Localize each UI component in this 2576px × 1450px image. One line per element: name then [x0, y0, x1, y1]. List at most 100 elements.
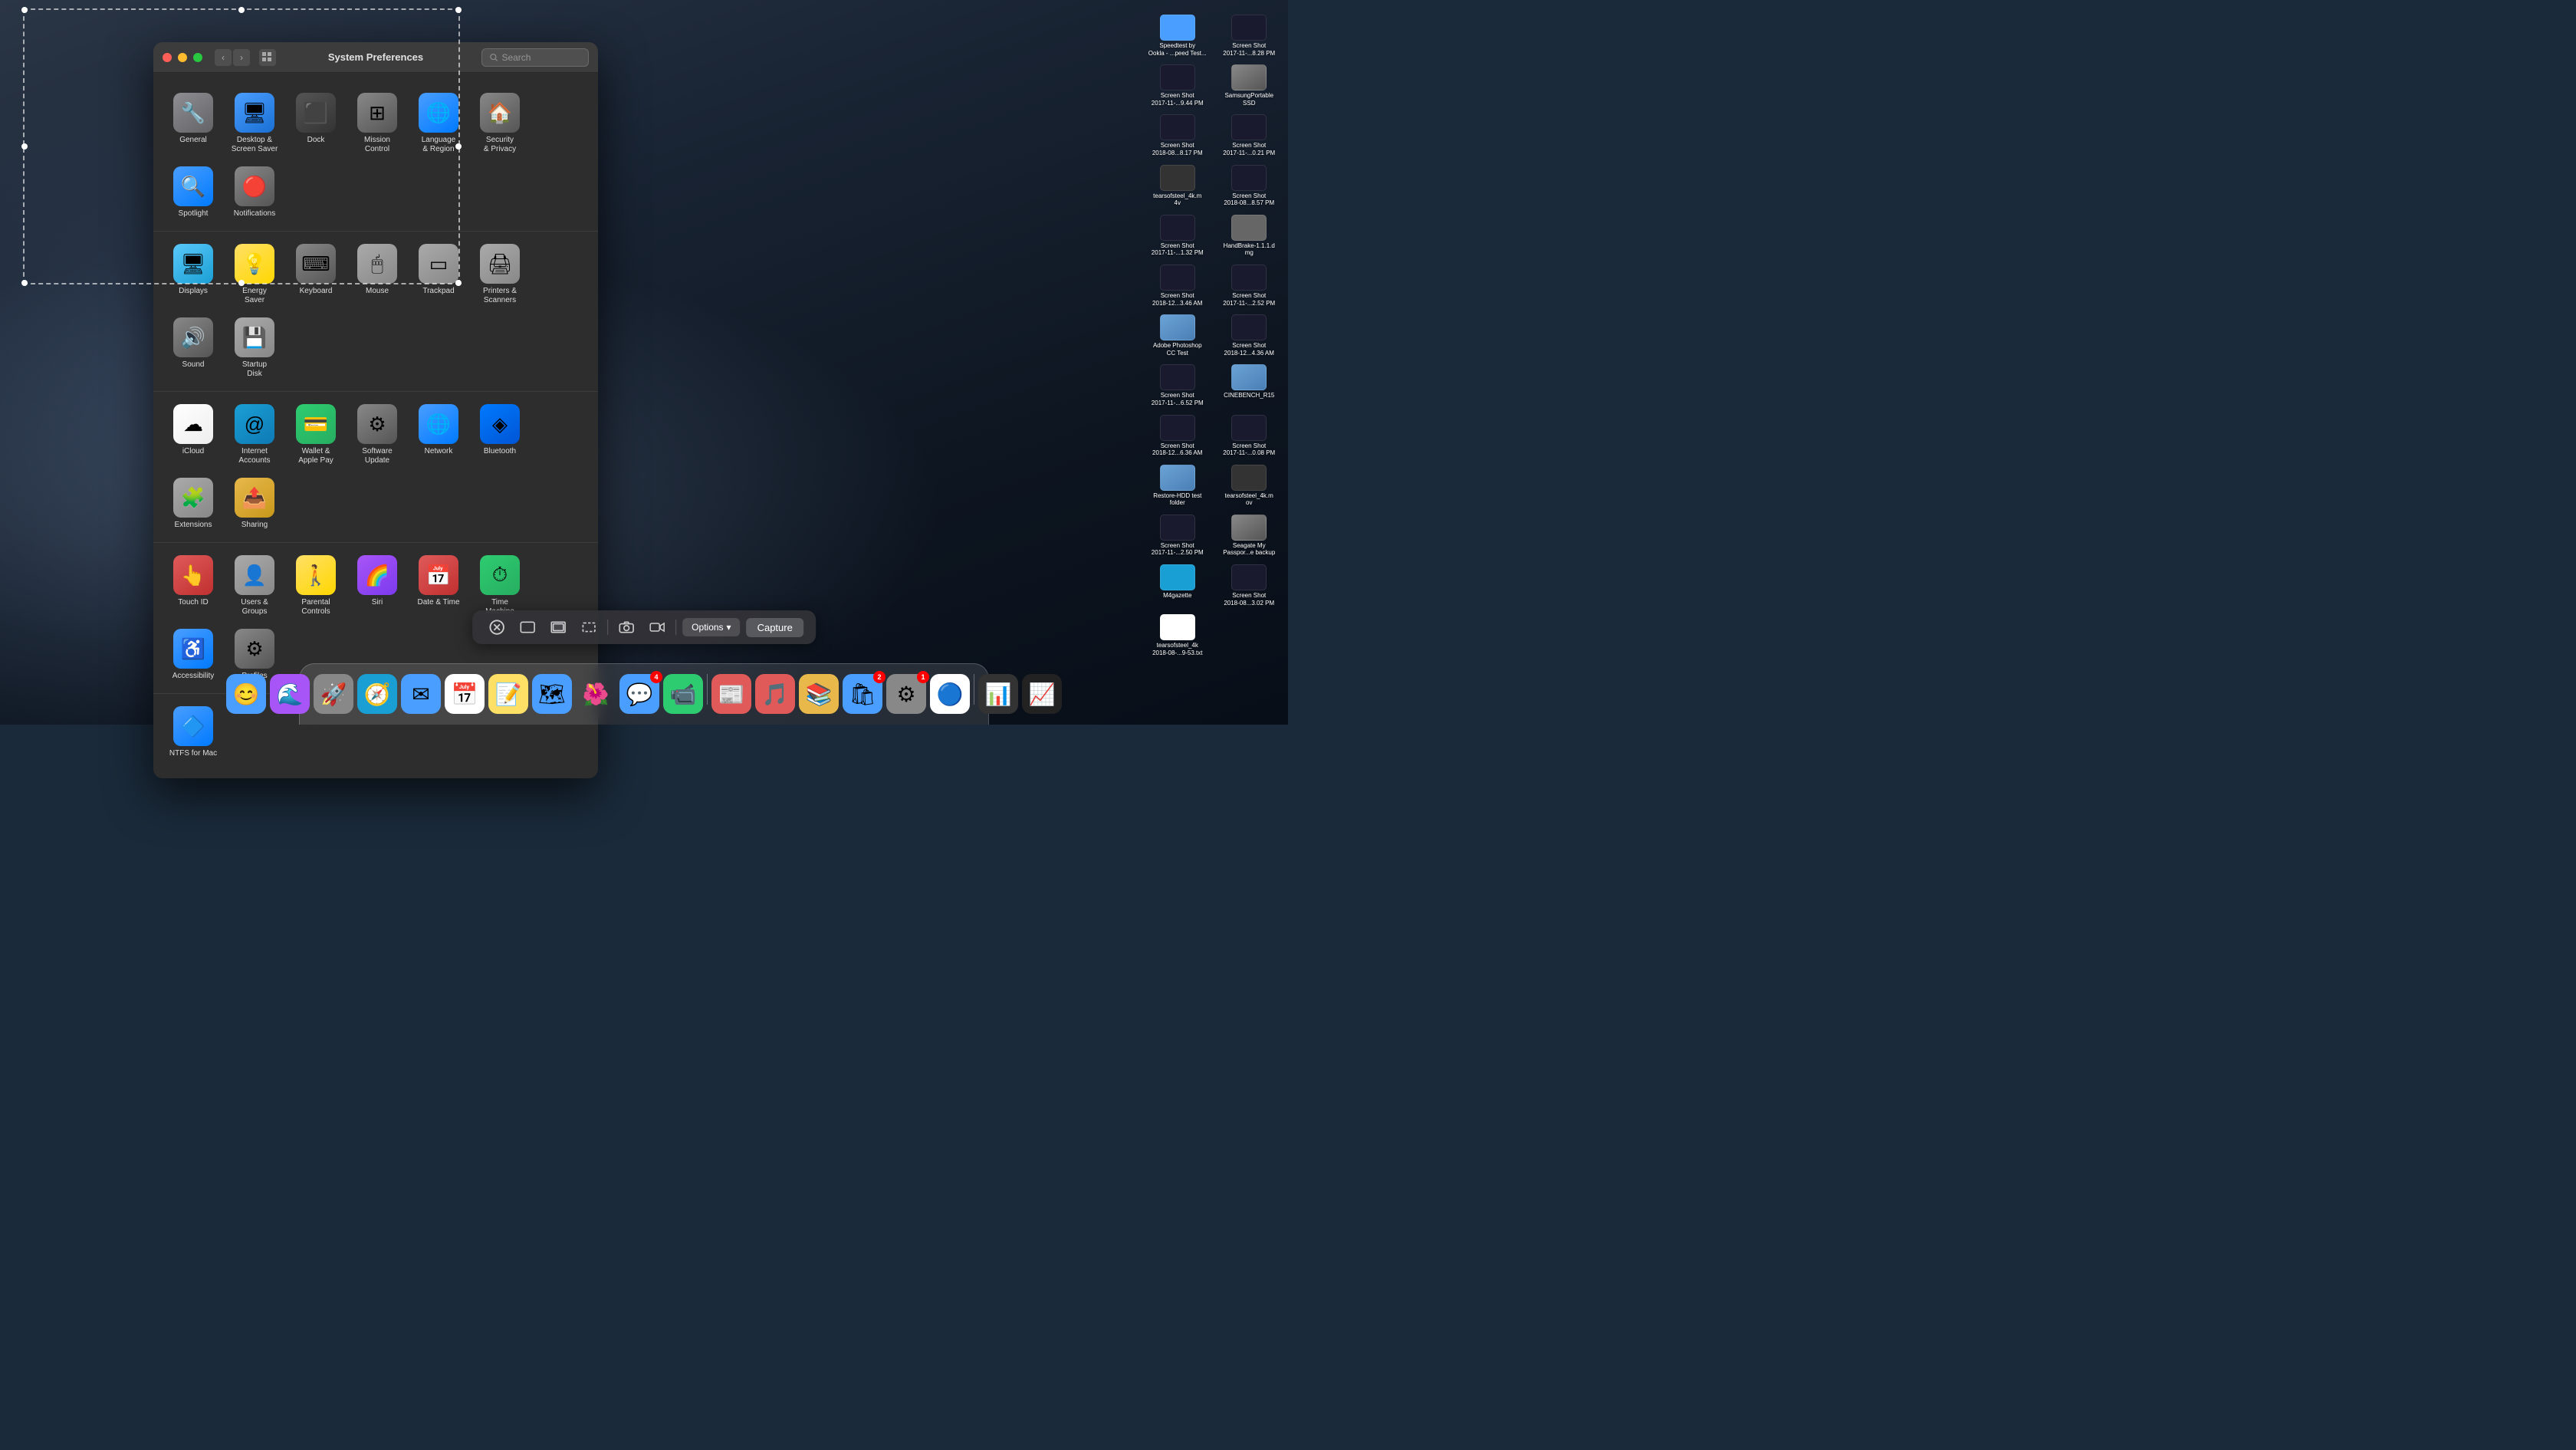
dock-icon-istatmenus[interactable]: 📊	[978, 674, 1018, 714]
spotlight-label: Spotlight	[179, 209, 209, 219]
file-panel-item[interactable]: tearsofsteel_4k 2018-08-...9-53.txt	[1142, 611, 1213, 656]
file-panel-item[interactable]: Screen Shot 2018-08...3.02 PM	[1214, 561, 1285, 610]
file-panel-item[interactable]: Screen Shot 2017-11-...1.32 PM	[1142, 212, 1213, 260]
pref-item-energy[interactable]: 💡Energy Saver	[224, 238, 285, 311]
minimize-button[interactable]	[178, 53, 187, 62]
pref-item-wallet[interactable]: 💳Wallet & Apple Pay	[285, 398, 347, 472]
file-panel-item[interactable]: Screen Shot 2017-11-...0.08 PM	[1214, 412, 1285, 460]
pref-item-users[interactable]: 👤Users & Groups	[224, 549, 285, 623]
keyboard-icon: ⌨	[296, 244, 336, 284]
sound-icon: 🔊	[173, 317, 213, 357]
fullscreen-mode-button[interactable]	[546, 616, 570, 638]
file-panel-item[interactable]: HandBrake-1.1.1.d mg	[1214, 212, 1285, 260]
pref-item-touchid[interactable]: 👆Touch ID	[163, 549, 224, 623]
startup-icon: 💾	[235, 317, 274, 357]
file-panel-item[interactable]: Screen Shot 2017-11-...8.28 PM	[1214, 12, 1285, 60]
options-button[interactable]: Options ▾	[682, 618, 740, 636]
back-button[interactable]: ‹	[215, 49, 232, 66]
file-panel-item[interactable]: tearsofsteel_4k.m ov	[1214, 462, 1285, 510]
pref-item-datetime[interactable]: 📅Date & Time	[408, 549, 469, 623]
pref-item-mouse[interactable]: 🖱Mouse	[347, 238, 408, 311]
pref-item-sharing[interactable]: 📤Sharing	[224, 472, 285, 536]
dock-icon-mail[interactable]: ✉	[401, 674, 441, 714]
search-box[interactable]	[481, 48, 589, 67]
dock-icon-maps[interactable]: 🗺	[532, 674, 572, 714]
pref-item-software[interactable]: ⚙Software Update	[347, 398, 408, 472]
file-panel-item[interactable]: tearsofsteel_4k.m 4v	[1142, 162, 1213, 210]
pref-item-startup[interactable]: 💾 Startup Disk	[224, 311, 285, 385]
pref-item-icloud[interactable]: ☁iCloud	[163, 398, 224, 472]
pref-item-mission[interactable]: ⊞Mission Control	[347, 87, 408, 160]
file-panel-item[interactable]: Screen Shot 2018-08...8.17 PM	[1142, 111, 1213, 159]
file-panel-item[interactable]: Screen Shot 2017-11-...0.21 PM	[1214, 111, 1285, 159]
pref-item-general[interactable]: 🔧General	[163, 87, 224, 160]
startup-label: Startup Disk	[242, 360, 267, 379]
file-panel-item[interactable]: Screen Shot 2017-11-...2.50 PM	[1142, 511, 1213, 560]
video-mode-button[interactable]	[645, 616, 669, 638]
file-panel-item[interactable]: Screen Shot 2018-08...8.57 PM	[1214, 162, 1285, 210]
pref-item-sound[interactable]: 🔊Sound	[163, 311, 224, 385]
dock-icon-messages[interactable]: 💬4	[619, 674, 659, 714]
file-panel-item[interactable]: Adobe Photoshop CC Test	[1142, 311, 1213, 360]
books-icon: 📚	[806, 682, 833, 707]
pref-item-notifications[interactable]: 🔴Notifications	[224, 160, 285, 225]
capture-button[interactable]: Capture	[747, 618, 803, 637]
pref-item-siri[interactable]: 🌈Siri	[347, 549, 408, 623]
dock-icon-siri[interactable]: 🌊	[270, 674, 310, 714]
dock-icon-calendar[interactable]: 📅	[445, 674, 485, 714]
pref-item-internet[interactable]: @Internet Accounts	[224, 398, 285, 472]
pref-item-desktop[interactable]: 🖥Desktop & Screen Saver	[224, 87, 285, 160]
pref-item-language[interactable]: 🌐Language & Region	[408, 87, 469, 160]
pref-item-security[interactable]: 🏠Security & Privacy	[469, 87, 531, 160]
file-panel-item[interactable]: Restore-HDD test folder	[1142, 462, 1213, 510]
pref-item-network[interactable]: 🌐Network	[408, 398, 469, 472]
camera-mode-button[interactable]	[614, 616, 639, 638]
screenshot-file-icon	[1160, 364, 1195, 390]
pref-item-parental[interactable]: 🚶Parental Controls	[285, 549, 347, 623]
dock-icon-istatmenus2[interactable]: 📈	[1022, 674, 1062, 714]
dock-icon-appstore[interactable]: 🛍2	[843, 674, 882, 714]
dock-icon-photos[interactable]: 🌺	[576, 674, 616, 714]
dock-icon-notes[interactable]: 📝	[488, 674, 528, 714]
file-panel-item[interactable]: Screen Shot 2017-11-...2.52 PM	[1214, 261, 1285, 310]
pref-item-extensions[interactable]: 🧩Extensions	[163, 472, 224, 536]
file-panel-item-label: SamsungPortable SSD	[1224, 92, 1273, 107]
dock-icon-finder[interactable]: 😊	[226, 674, 266, 714]
pref-item-dock[interactable]: ⬛Dock	[285, 87, 347, 160]
file-panel-item[interactable]: Screen Shot 2017-11-...6.52 PM	[1142, 361, 1213, 409]
dock-icon-chrome[interactable]: 🔵	[930, 674, 970, 714]
search-input[interactable]	[501, 52, 580, 63]
pref-item-keyboard[interactable]: ⌨Keyboard	[285, 238, 347, 311]
screenshot-file-icon	[1231, 15, 1267, 41]
file-panel-item-label: tearsofsteel_4k.m ov	[1225, 492, 1273, 507]
dock-icon-music[interactable]: 🎵	[755, 674, 795, 714]
pref-item-displays[interactable]: 🖥Displays	[163, 238, 224, 311]
file-panel-item[interactable]: Screen Shot 2018-12...4.36 AM	[1214, 311, 1285, 360]
grid-view-button[interactable]	[259, 49, 276, 66]
dock-icon-launchpad[interactable]: 🚀	[314, 674, 353, 714]
close-button[interactable]	[163, 53, 172, 62]
file-panel-item[interactable]: Screen Shot 2018-12...3.46 AM	[1142, 261, 1213, 310]
cancel-selection-button[interactable]	[485, 616, 509, 638]
file-panel-item[interactable]: Seagate My Passpor...e backup	[1214, 511, 1285, 560]
forward-button[interactable]: ›	[233, 49, 250, 66]
file-panel-item[interactable]: Speedtest by Ookla - ...peed Test...	[1142, 12, 1213, 60]
file-panel-item[interactable]: SamsungPortable SSD	[1214, 61, 1285, 110]
file-panel-item[interactable]: Screen Shot 2017-11-...9.44 PM	[1142, 61, 1213, 110]
file-panel-item[interactable]: CINEBENCH_R15	[1214, 361, 1285, 409]
sysprefs-badge: 1	[917, 671, 929, 683]
pref-item-spotlight[interactable]: 🔍Spotlight	[163, 160, 224, 225]
pref-item-trackpad[interactable]: ▭Trackpad	[408, 238, 469, 311]
file-panel-item[interactable]: Screen Shot 2018-12...6.36 AM	[1142, 412, 1213, 460]
dock-icon-news[interactable]: 📰	[711, 674, 751, 714]
selection-mode-button[interactable]	[577, 616, 601, 638]
maximize-button[interactable]	[193, 53, 202, 62]
dock-icon-safari[interactable]: 🧭	[357, 674, 397, 714]
dock-icon-facetime[interactable]: 📹	[663, 674, 703, 714]
pref-item-bluetooth[interactable]: ◈Bluetooth	[469, 398, 531, 472]
window-mode-button[interactable]	[515, 616, 540, 638]
file-panel-item[interactable]: M4gazette	[1142, 561, 1213, 610]
dock-icon-books[interactable]: 📚	[799, 674, 839, 714]
dock-icon-sysprefs[interactable]: ⚙1	[886, 674, 926, 714]
pref-item-printers[interactable]: 🖨Printers & Scanners	[469, 238, 531, 311]
